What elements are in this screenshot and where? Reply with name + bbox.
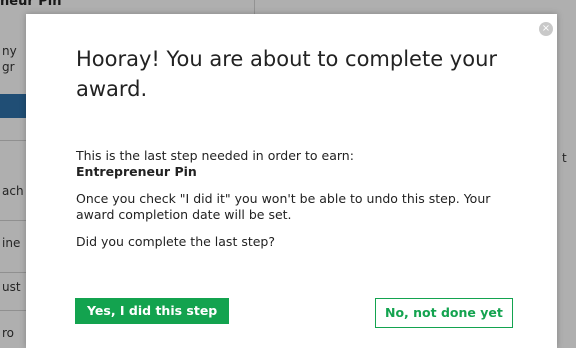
- dialog-question-text: Did you complete the last step?: [76, 234, 275, 249]
- yes-did-step-button[interactable]: Yes, I did this step: [75, 298, 230, 324]
- dialog-intro-text: This is the last step needed in order to…: [76, 148, 354, 163]
- dialog-title: Hooray! You are about to complete your a…: [76, 47, 498, 101]
- award-name: Entrepreneur Pin: [76, 164, 197, 179]
- close-icon[interactable]: ×: [539, 22, 553, 36]
- completion-dialog: × Hooray! You are about to complete your…: [26, 14, 557, 348]
- not-done-yet-button[interactable]: No, not done yet: [375, 298, 513, 328]
- dialog-intro-block: This is the last step needed in order to…: [76, 148, 526, 180]
- dialog-body: This is the last step needed in order to…: [76, 148, 526, 261]
- dialog-warning-text: Once you check "I did it" you won't be a…: [76, 191, 491, 222]
